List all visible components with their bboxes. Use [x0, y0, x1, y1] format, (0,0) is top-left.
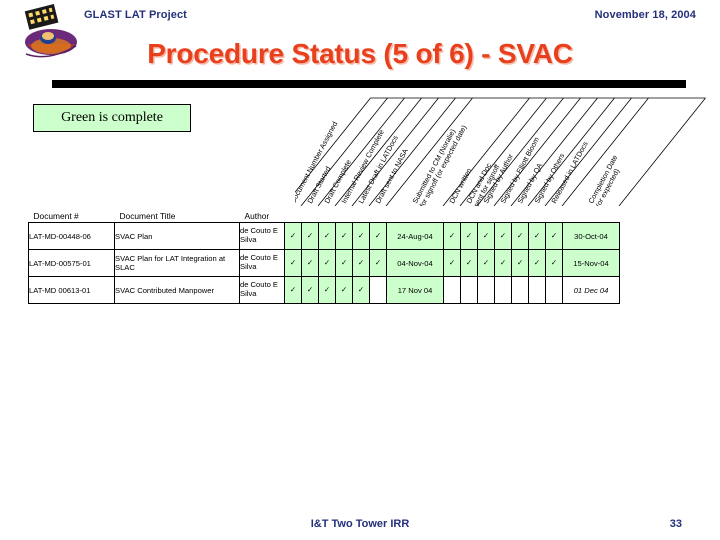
rotated-column-headers: Document Number Assigned Draft Started Dra… [295, 96, 715, 206]
cell-empty [545, 276, 563, 304]
cell-check: ✓ [545, 222, 563, 250]
table-row: LAT-MD-00575-01 SVAC Plan for LAT Integra… [28, 249, 620, 277]
cell-date: 04-Nov-04 [386, 249, 444, 277]
cell-check: ✓ [284, 276, 302, 304]
project-label: GLAST LAT Project [84, 9, 187, 21]
procedure-status-table: Document # Document Title Author LAT-MD-… [28, 205, 620, 304]
cell-check: ✓ [301, 249, 319, 277]
cell-check: ✓ [460, 249, 478, 277]
cell-check: ✓ [477, 249, 495, 277]
cell-check: ✓ [352, 276, 370, 304]
cell-check: ✓ [284, 249, 302, 277]
cell-check: ✓ [318, 276, 336, 304]
footer-page-number: 33 [669, 518, 682, 530]
cell-document-title: SVAC Contributed Manpower [114, 276, 240, 304]
cell-check: ✓ [352, 249, 370, 277]
cell-check: ✓ [545, 249, 563, 277]
cell-check: ✓ [284, 222, 302, 250]
footer-title: I&T Two Tower IRR [310, 518, 410, 530]
cell-check: ✓ [301, 276, 319, 304]
cell-check: ✓ [318, 249, 336, 277]
cell-date: 30-Oct-04 [562, 222, 620, 250]
cell-document-number: LAT-MD 00613-01 [28, 276, 115, 304]
table-row: LAT-MD 00613-01 SVAC Contributed Manpower… [28, 276, 620, 304]
legend-label: Green is complete [61, 110, 163, 125]
cell-check: ✓ [511, 249, 529, 277]
col-header-spacer [284, 205, 620, 223]
cell-check: ✓ [443, 222, 461, 250]
cell-date: 17 Nov 04 [386, 276, 444, 304]
cell-document-number: LAT-MD-00575-01 [28, 249, 115, 277]
cell-check: ✓ [460, 222, 478, 250]
table-header-row: Document # Document Title Author [28, 205, 620, 223]
cell-document-title: SVAC Plan for LAT Integration at SLAC [114, 249, 240, 277]
title-divider [52, 80, 686, 88]
col-header-author: Author [239, 205, 285, 223]
cell-document-number: LAT-MD-00448-06 [28, 222, 115, 250]
table-row: LAT-MD-00448-06 SVAC Plan de Couto E Silva… [28, 222, 620, 250]
cell-check: ✓ [301, 222, 319, 250]
cell-check: ✓ [335, 276, 353, 304]
cell-date: 01 Dec 04 [562, 276, 620, 304]
col-header-document-title: Document Title [114, 205, 240, 223]
page-title: Procedure Status (5 of 6) - SVAC [147, 38, 573, 69]
cell-empty [443, 276, 461, 304]
cell-check: ✓ [528, 222, 546, 250]
cell-check: ✓ [335, 222, 353, 250]
slide-date: November 18, 2004 [594, 9, 696, 21]
cell-check: ✓ [528, 249, 546, 277]
col-header-document-number: Document # [28, 205, 115, 223]
cell-empty [477, 276, 495, 304]
cell-check: ✓ [443, 249, 461, 277]
cell-date: 15-Nov-04 [562, 249, 620, 277]
cell-check: ✓ [369, 222, 387, 250]
cell-author: de Couto E Silva [239, 222, 285, 250]
cell-check: ✓ [369, 249, 387, 277]
cell-check: ✓ [318, 222, 336, 250]
cell-check: ✓ [494, 249, 512, 277]
rotated-col-header: Completion Date(or expected) [586, 153, 626, 206]
cell-date: 24-Aug-04 [386, 222, 444, 250]
cell-empty [511, 276, 529, 304]
cell-check: ✓ [335, 249, 353, 277]
cell-empty [369, 276, 387, 304]
cell-document-title: SVAC Plan [114, 222, 240, 250]
cell-check: ✓ [511, 222, 529, 250]
cell-check: ✓ [352, 222, 370, 250]
cell-empty [494, 276, 512, 304]
cell-check: ✓ [477, 222, 495, 250]
cell-empty [528, 276, 546, 304]
cell-author: de Couto E Silva [239, 249, 285, 277]
legend-green-complete: Green is complete [33, 104, 191, 132]
cell-empty [460, 276, 478, 304]
cell-check: ✓ [494, 222, 512, 250]
cell-author: de Couto E Silva [239, 276, 285, 304]
